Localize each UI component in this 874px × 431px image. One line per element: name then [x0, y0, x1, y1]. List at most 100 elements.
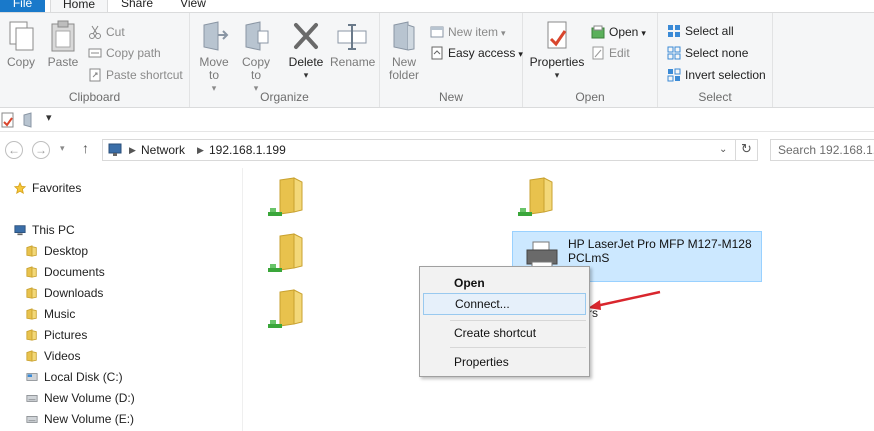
tree-item-desktop[interactable]: Desktop: [25, 241, 88, 261]
menu-item-connect[interactable]: Connect...: [423, 293, 586, 315]
address-bar[interactable]: ▶ Network ▶ 192.168.1.199 ⌄ ↻: [102, 139, 758, 161]
menu-item-properties[interactable]: Properties: [423, 351, 586, 373]
select-none-icon: [667, 46, 681, 60]
delete-icon: [294, 23, 318, 49]
rename-button[interactable]: Rename: [330, 19, 375, 69]
recent-locations-icon[interactable]: ▾: [60, 143, 65, 154]
drive-icon: [26, 373, 38, 381]
clipboard-group: Copy Paste Cut Copy path Paste shortcut …: [0, 13, 190, 107]
paste-shortcut-label: Paste shortcut: [106, 68, 183, 82]
move-to-button[interactable]: Move to ▾: [196, 19, 232, 95]
delete-dropdown-icon: ▾: [303, 70, 309, 80]
copy-path-icon: [88, 48, 102, 58]
invert-selection-icon: [667, 68, 681, 82]
delete-button[interactable]: Delete ▾: [286, 19, 326, 82]
ribbon-tabs: File Home Share View: [0, 0, 874, 12]
select-none-label: Select none: [685, 46, 749, 60]
tree-item-videos[interactable]: Videos: [25, 346, 80, 366]
shared-folder-icon[interactable]: [266, 176, 306, 220]
shared-folder-icon[interactable]: [516, 176, 556, 220]
tree-item-new-volume-e[interactable]: New Volume (E:): [25, 409, 134, 429]
properties-button[interactable]: Properties ▾: [527, 19, 587, 82]
copy-path-label: Copy path: [106, 46, 161, 60]
new-folder-icon: [393, 21, 415, 51]
cut-button[interactable]: Cut: [88, 22, 125, 42]
sidebar-item-label: Documents: [44, 265, 105, 279]
open-label: Open: [609, 25, 639, 39]
customize-toolbar-icon[interactable]: ▾: [46, 111, 52, 124]
open-button[interactable]: Open ▾: [591, 22, 646, 42]
drive-icon: [26, 395, 38, 402]
copy-button[interactable]: Copy: [4, 19, 38, 69]
easy-access-button[interactable]: Easy access ▾: [430, 43, 523, 63]
forward-arrow-icon[interactable]: →: [32, 141, 50, 159]
edit-label: Edit: [609, 46, 630, 60]
back-arrow-icon[interactable]: ←: [5, 141, 23, 159]
organize-group: Move to ▾ Copy to ▾ Delete ▾ Rename Orga…: [190, 13, 380, 107]
tab-view[interactable]: View: [168, 0, 218, 12]
tab-home[interactable]: Home: [50, 0, 108, 12]
refresh-icon[interactable]: ↻: [741, 141, 752, 157]
new-item-dropdown-icon: ▾: [501, 28, 506, 38]
menu-separator: [450, 320, 586, 321]
sidebar-item-label: New Volume (E:): [44, 412, 135, 426]
organize-group-label: Organize: [260, 90, 309, 104]
tree-item-pictures[interactable]: Pictures: [25, 325, 87, 345]
shared-folder-icon[interactable]: [266, 232, 306, 276]
network-icon: [108, 143, 122, 156]
shared-folder-icon[interactable]: [266, 288, 306, 332]
breadcrumb-ip[interactable]: 192.168.1.199: [209, 143, 286, 157]
open-group-label: Open: [575, 90, 605, 104]
printer-name: HP LaserJet Pro MFP M127-M128 PCLmS: [568, 237, 752, 265]
invert-selection-button[interactable]: Invert selection: [667, 65, 766, 85]
paste-icon: [51, 20, 75, 52]
folder-icon: [26, 329, 37, 341]
address-chevron-icon: ▶: [129, 145, 136, 155]
tree-item-downloads[interactable]: Downloads: [25, 283, 103, 303]
tree-item-music[interactable]: Music: [25, 304, 75, 324]
menu-item-open[interactable]: Open: [423, 272, 586, 294]
paste-button[interactable]: Paste: [44, 19, 82, 69]
up-arrow-icon[interactable]: ↑: [82, 140, 89, 156]
select-all-button[interactable]: Select all: [667, 21, 734, 41]
new-folder-button[interactable]: New folder: [386, 19, 422, 82]
sidebar-item-label: Downloads: [44, 286, 104, 300]
properties-quick-icon[interactable]: [1, 112, 15, 128]
properties-label: Properties: [529, 55, 585, 69]
edit-button[interactable]: Edit: [591, 43, 630, 63]
navigation-bar: ← → ▾ ↑ ▶ Network ▶ 192.168.1.199 ⌄ ↻ Se…: [0, 136, 874, 164]
select-group: Select all Select none Invert selection …: [658, 13, 773, 107]
paste-shortcut-icon: [89, 68, 101, 82]
search-placeholder: Search 192.168.1...: [778, 143, 874, 157]
tree-item-documents[interactable]: Documents: [25, 262, 105, 282]
copy-label: Copy: [6, 55, 35, 69]
new-item-button[interactable]: New item ▾: [430, 22, 506, 42]
tab-share[interactable]: Share: [112, 0, 162, 12]
menu-item-create-shortcut[interactable]: Create shortcut: [423, 322, 586, 344]
address-dropdown-icon[interactable]: ⌄: [719, 144, 727, 155]
search-input[interactable]: Search 192.168.1...: [770, 139, 874, 161]
copy-to-button[interactable]: Copy to ▾: [238, 19, 274, 95]
select-none-button[interactable]: Select none: [667, 43, 748, 63]
this-pc-label: This PC: [32, 223, 75, 237]
tree-item-favorites[interactable]: Favorites: [13, 178, 81, 198]
new-folder-label: New folder: [389, 55, 420, 82]
tab-file[interactable]: File: [0, 0, 45, 12]
tree-item-new-volume-d[interactable]: New Volume (D:): [25, 388, 135, 408]
paste-shortcut-button[interactable]: Paste shortcut: [88, 65, 183, 85]
new-group-label: New: [438, 90, 463, 104]
invert-selection-label: Invert selection: [685, 68, 766, 82]
sidebar-item-label: Desktop: [44, 244, 89, 258]
favorites-label: Favorites: [32, 181, 82, 195]
tree-item-this-pc[interactable]: This PC: [13, 220, 75, 240]
context-menu: Open Connect... Create shortcut Properti…: [419, 266, 590, 377]
copy-path-button[interactable]: Copy path: [88, 43, 161, 63]
breadcrumb-network[interactable]: Network: [141, 143, 185, 157]
new-folder-quick-icon[interactable]: [22, 112, 36, 128]
tree-item-local-disk-c[interactable]: Local Disk (C:): [25, 367, 123, 387]
sidebar-item-label: Local Disk (C:): [44, 370, 123, 384]
open-dropdown-icon: ▾: [641, 28, 646, 38]
properties-icon: [547, 21, 567, 49]
cut-label: Cut: [106, 25, 125, 39]
sidebar-item-label: Videos: [44, 349, 81, 363]
